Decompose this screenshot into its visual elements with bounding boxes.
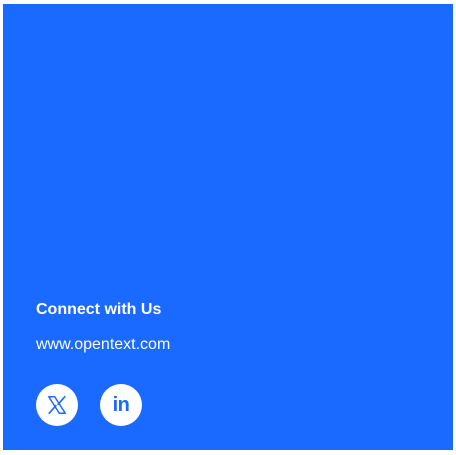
x-logo-icon	[46, 394, 68, 416]
website-link[interactable]: www.opentext.com	[36, 336, 170, 354]
x-social-button[interactable]	[36, 384, 78, 426]
linkedin-logo-icon: in	[112, 394, 130, 416]
connect-panel: Connect with Us www.opentext.com in	[3, 4, 453, 450]
connect-heading: Connect with Us	[36, 301, 162, 318]
linkedin-social-button[interactable]: in	[100, 384, 142, 426]
